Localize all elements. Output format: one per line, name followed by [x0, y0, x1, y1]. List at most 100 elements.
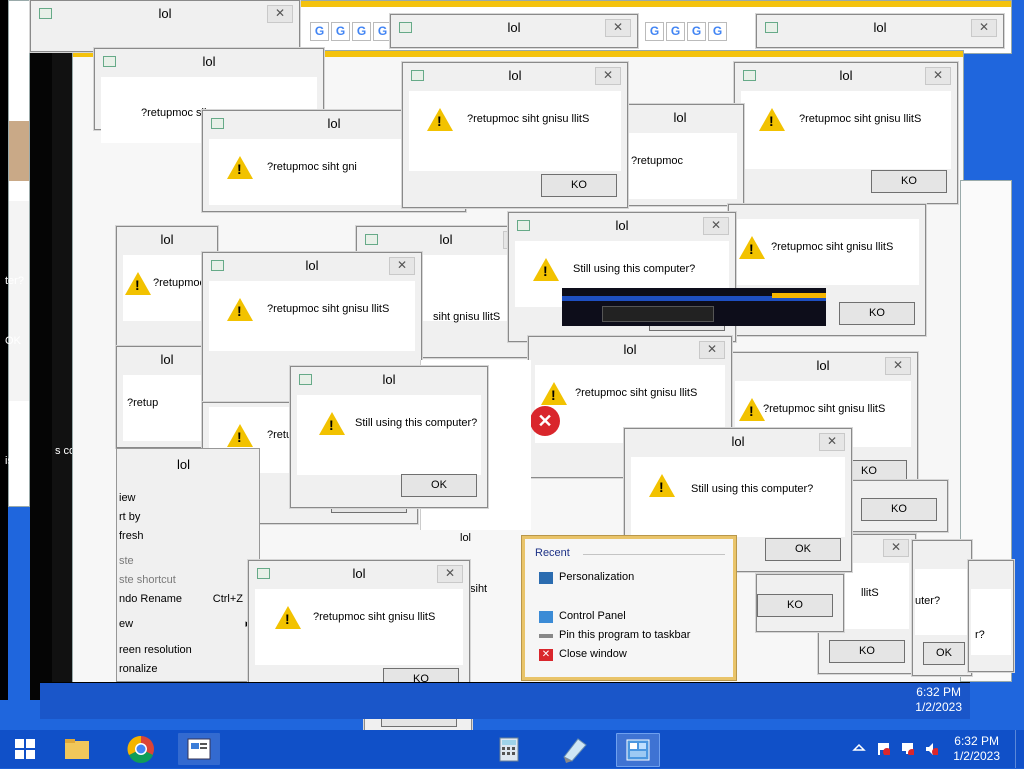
- dialog-titlebar[interactable]: lol✕: [31, 1, 299, 27]
- jump-list-item-close-window[interactable]: Close window: [559, 648, 627, 660]
- start-button[interactable]: [2, 733, 48, 765]
- ok-button[interactable]: OK: [401, 474, 477, 497]
- ok-button[interactable]: OK: [923, 642, 965, 665]
- dialog-window: lol ✕: [390, 14, 638, 48]
- taskbar-file-explorer[interactable]: [56, 733, 98, 765]
- jump-list-separator: [583, 554, 725, 555]
- dialog-titlebar[interactable]: lol: [291, 367, 487, 393]
- dialog-body: r?: [971, 589, 1011, 655]
- dialog-titlebar[interactable]: lol ✕: [757, 15, 1003, 41]
- fragment-text-2: OK: [5, 335, 21, 347]
- menu-item-paste-shortcut[interactable]: ste shortcut: [117, 571, 259, 590]
- dialog-message: uter?: [915, 595, 941, 607]
- show-desktop-button[interactable]: [1015, 730, 1024, 768]
- menu-item-paste[interactable]: ste: [117, 552, 259, 571]
- dialog-title: lol: [352, 566, 366, 581]
- warning-icon: !: [427, 108, 453, 131]
- dialog-titlebar[interactable]: lol: [117, 227, 217, 253]
- ko-button[interactable]: KO: [541, 174, 617, 197]
- dialog-titlebar[interactable]: lol✕: [403, 63, 627, 89]
- volume-muted-icon[interactable]: [924, 741, 938, 755]
- menu-item-new[interactable]: ew▸: [117, 615, 259, 634]
- menu-item-refresh[interactable]: fresh: [117, 527, 259, 546]
- google-tab-icon[interactable]: G: [645, 22, 664, 41]
- dialog-title: lol: [382, 372, 396, 387]
- dialog-window: KO: [838, 480, 948, 532]
- google-tab-icon[interactable]: G: [352, 22, 371, 41]
- ko-button[interactable]: KO: [839, 302, 915, 325]
- dialog-title: lol: [873, 20, 887, 35]
- dialog-titlebar[interactable]: lol✕: [625, 429, 851, 455]
- close-button[interactable]: ✕: [819, 433, 845, 451]
- close-button[interactable]: ✕: [925, 67, 951, 85]
- taskbar-paint[interactable]: [554, 733, 596, 765]
- chevron-up-icon[interactable]: [852, 741, 866, 755]
- dialog-body: ?retupmoc: [623, 133, 737, 199]
- close-button[interactable]: ✕: [267, 5, 293, 23]
- taskbar-document-app[interactable]: [178, 733, 220, 765]
- dialog-titlebar[interactable]: lol✕: [529, 337, 731, 363]
- dialog-message: ?retupmoc sih: [141, 107, 211, 119]
- close-button[interactable]: ✕: [605, 19, 631, 37]
- dialog-body: ! ?retupmoc: [123, 255, 211, 321]
- dialog-window: lol ✕ ! ?retupmoc siht gnisu llitS KO: [734, 62, 958, 204]
- dialog-titlebar[interactable]: lol✕: [203, 253, 421, 279]
- google-tab-icon[interactable]: G: [331, 22, 350, 41]
- close-button[interactable]: ✕: [885, 357, 911, 375]
- jump-list-item-control-panel[interactable]: Control Panel: [559, 610, 626, 622]
- calculator-icon: [499, 737, 519, 762]
- close-button[interactable]: ✕: [703, 217, 729, 235]
- dialog-message: ?retupmoc: [153, 277, 205, 289]
- dialog-message: ?retu: [267, 429, 293, 441]
- close-button[interactable]: ✕: [971, 19, 997, 37]
- close-button[interactable]: ✕: [389, 257, 415, 275]
- browser-window-back-left: [8, 0, 30, 507]
- document-icon: [187, 738, 211, 760]
- warning-icon: !: [227, 156, 253, 179]
- menu-item-screen-resolution[interactable]: reen resolution: [117, 641, 259, 660]
- taskbar-control-panel[interactable]: [616, 733, 660, 767]
- menu-item-undo-rename[interactable]: ndo Rename Ctrl+Z: [117, 590, 259, 609]
- taskbar-chrome[interactable]: [120, 733, 162, 765]
- flag-icon[interactable]: [876, 741, 890, 755]
- close-button[interactable]: ✕: [437, 565, 463, 583]
- dialog-message: ?retupmoc siht gni: [267, 161, 357, 173]
- dialog-titlebar[interactable]: lol: [95, 49, 323, 75]
- ko-button[interactable]: KO: [861, 498, 937, 521]
- fragment-text-6: siht: [470, 583, 488, 595]
- menu-item-personalize[interactable]: ronalize: [117, 660, 259, 679]
- close-button[interactable]: ✕: [595, 67, 621, 85]
- dialog-titlebar[interactable]: lol✕: [735, 63, 957, 89]
- close-button[interactable]: ✕: [883, 539, 909, 557]
- jump-list-item-personalization[interactable]: Personalization: [559, 571, 634, 583]
- ko-button[interactable]: KO: [829, 640, 905, 663]
- dialog-title: lol: [177, 457, 191, 472]
- menu-item-sort-by[interactable]: rt by: [117, 508, 259, 527]
- warning-icon: !: [227, 424, 253, 447]
- paint-icon: [563, 738, 587, 763]
- close-button[interactable]: ✕: [699, 341, 725, 359]
- dialog-titlebar[interactable]: lol✕: [729, 353, 917, 379]
- ok-button[interactable]: OK: [765, 538, 841, 561]
- google-tab-icon[interactable]: G: [666, 22, 685, 41]
- menu-item-view[interactable]: iew: [117, 489, 259, 508]
- google-tab-icon[interactable]: G: [708, 22, 727, 41]
- dialog-body: ! Still using this computer?: [297, 395, 481, 475]
- taskbar-calculator[interactable]: [488, 733, 530, 765]
- network-icon[interactable]: [900, 741, 914, 755]
- dialog-titlebar[interactable]: lol: [617, 105, 743, 131]
- system-clock[interactable]: 6:32 PM 1/2/2023: [953, 734, 1000, 764]
- dialog-titlebar[interactable]: lol ✕: [249, 561, 469, 587]
- dialog-window: lol ✕: [756, 14, 1004, 48]
- ko-button[interactable]: KO: [757, 594, 833, 617]
- jump-list-item-pin[interactable]: Pin this program to taskbar: [559, 629, 690, 641]
- dialog-message: ?retupmoc siht gnisu llitS: [799, 113, 922, 125]
- glitch-taskbar-fragment: [562, 288, 826, 326]
- google-tab-icon[interactable]: G: [687, 22, 706, 41]
- glitch-strip-black-2: [30, 0, 52, 700]
- google-tab-icon[interactable]: G: [310, 22, 329, 41]
- warning-icon: !: [739, 398, 765, 421]
- dialog-titlebar[interactable]: lol✕: [391, 15, 637, 41]
- ko-button[interactable]: KO: [871, 170, 947, 193]
- dialog-titlebar[interactable]: lol✕: [509, 213, 735, 239]
